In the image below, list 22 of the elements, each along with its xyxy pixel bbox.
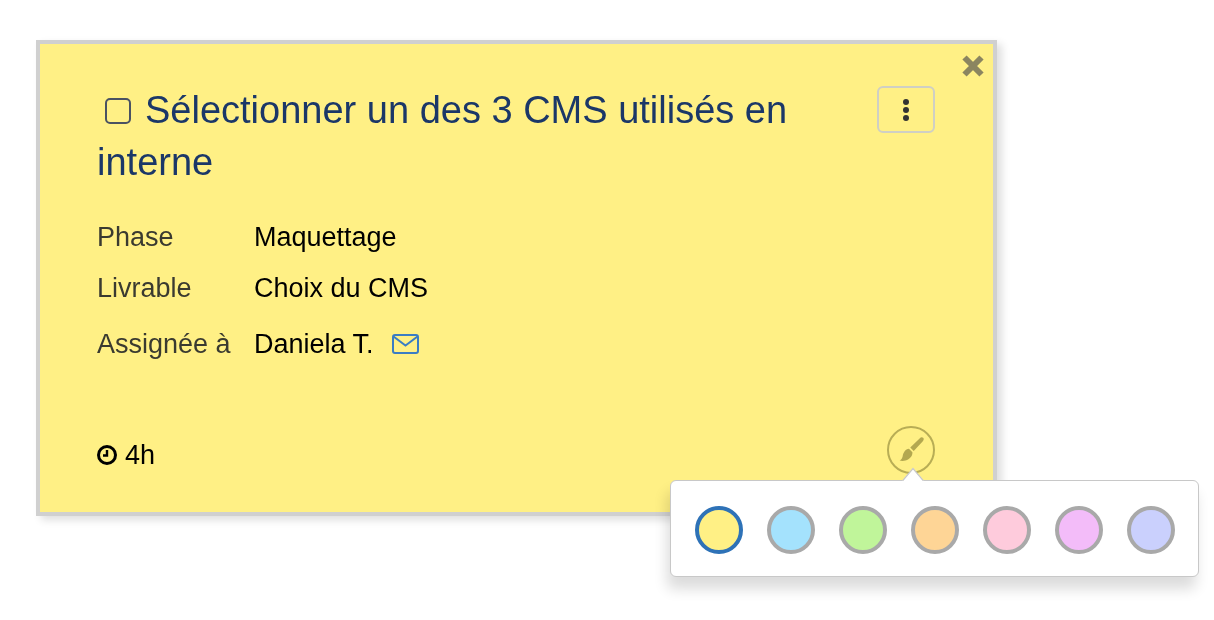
- field-label: Phase: [97, 221, 175, 253]
- color-swatch[interactable]: [911, 506, 959, 554]
- task-checkbox[interactable]: Sélectionner un des 3 CMS utilisés en interne: [97, 84, 869, 188]
- mail-icon[interactable]: [391, 334, 419, 354]
- color-swatch[interactable]: [1055, 506, 1103, 554]
- color-swatch[interactable]: [695, 506, 743, 554]
- more-button[interactable]: [877, 86, 935, 133]
- paintbrush-icon[interactable]: [899, 436, 925, 462]
- checkbox-icon[interactable]: [105, 98, 131, 124]
- field-value: Choix du CMS: [254, 272, 429, 304]
- duration-text: 4h: [125, 439, 156, 471]
- field-value: Maquettage: [254, 221, 397, 253]
- field-value: Daniela T.: [254, 328, 374, 360]
- field-label: Assignée à: [97, 328, 232, 360]
- color-swatch[interactable]: [839, 506, 887, 554]
- color-swatch[interactable]: [983, 506, 1031, 554]
- close-icon[interactable]: [962, 55, 984, 77]
- color-swatch[interactable]: [767, 506, 815, 554]
- color-swatch[interactable]: [1127, 506, 1175, 554]
- more-icon[interactable]: [903, 98, 909, 121]
- field-label: Livrable: [97, 272, 193, 304]
- clock-icon: [97, 445, 117, 465]
